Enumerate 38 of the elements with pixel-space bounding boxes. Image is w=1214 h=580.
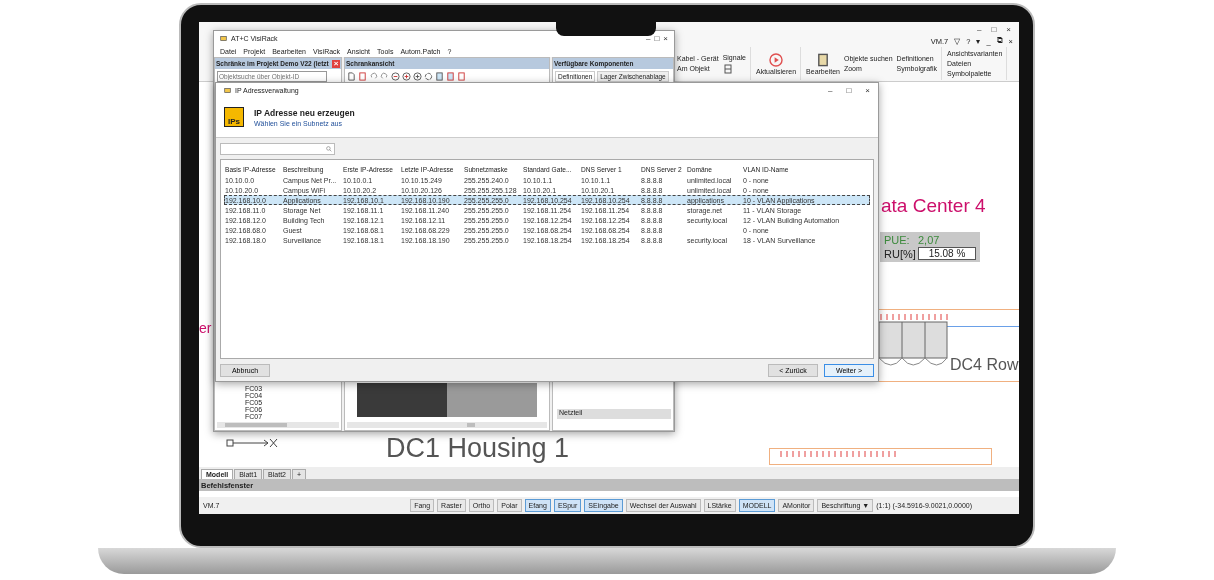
window-control[interactable]: × (663, 33, 668, 43)
metric-label: PUE: (884, 233, 911, 246)
search-field[interactable] (220, 143, 335, 155)
zoom-in-icon[interactable] (402, 71, 411, 81)
ip-logo: IPs (224, 107, 244, 127)
window-control[interactable]: – (646, 33, 651, 43)
row-label: DC4 Row (950, 356, 1019, 374)
window-control[interactable]: □ (846, 85, 852, 95)
close-button[interactable]: × (332, 59, 340, 68)
app-icon (220, 34, 227, 42)
window-control[interactable]: □ (991, 24, 997, 34)
zoom-icon[interactable] (413, 71, 422, 81)
drawing-title: er (199, 320, 212, 336)
drawing-title: ata Center 4 (881, 195, 986, 217)
scrollbar[interactable] (347, 422, 547, 428)
window-control[interactable]: – (828, 85, 833, 95)
dialog-heading: IP Adresse neu erzeugen (254, 107, 355, 118)
metric-label: RU[%] (884, 247, 917, 260)
undo-icon[interactable] (369, 71, 378, 81)
metric-value: 15.08 % (918, 247, 976, 261)
window-control[interactable]: × (865, 85, 870, 95)
search-icon (326, 146, 332, 152)
app-icon (224, 86, 231, 94)
redo-icon[interactable] (380, 71, 389, 81)
clipboard-icon (816, 52, 830, 67)
housing-label: DC1 Housing 1 (386, 435, 570, 462)
rack-icon[interactable] (358, 71, 367, 81)
grid-icon (722, 63, 733, 74)
window-control[interactable]: □ (654, 33, 660, 43)
window-control[interactable]: × (1006, 24, 1011, 34)
refresh-icon[interactable] (424, 71, 433, 81)
connector-symbol-drawing (226, 438, 278, 448)
zoom-out-icon[interactable] (391, 71, 400, 81)
window-control[interactable]: – (977, 24, 982, 34)
document-icon[interactable] (347, 71, 356, 81)
play-circle-icon (769, 52, 784, 67)
metric-value: 2,07 (918, 233, 941, 246)
scrollbar[interactable] (217, 422, 339, 428)
